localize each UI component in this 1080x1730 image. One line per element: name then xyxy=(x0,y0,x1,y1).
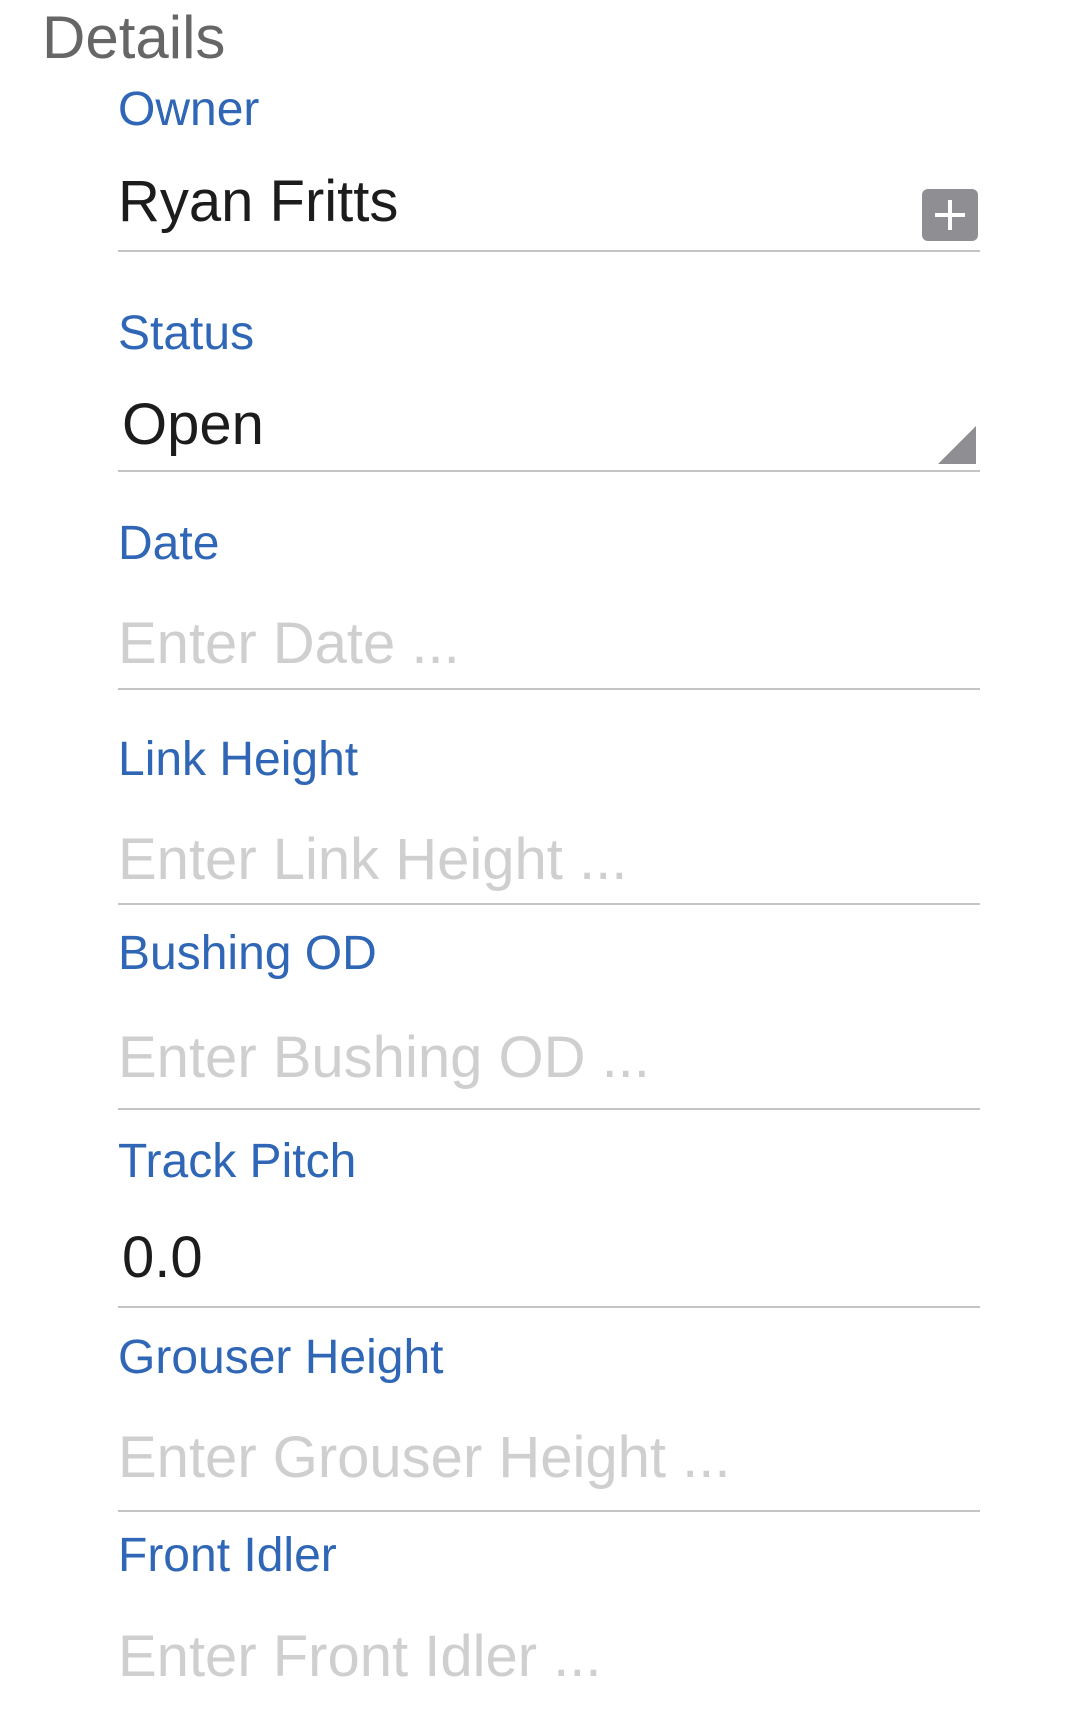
date-divider xyxy=(118,688,980,690)
owner-value[interactable]: Ryan Fritts xyxy=(118,168,398,236)
track-pitch-divider xyxy=(118,1306,980,1308)
bushing-od-input[interactable]: Enter Bushing OD ... xyxy=(118,1024,650,1092)
owner-field: Owner Ryan Fritts xyxy=(118,82,980,252)
link-height-divider xyxy=(118,903,980,905)
track-pitch-label: Track Pitch xyxy=(118,1135,357,1188)
status-select[interactable]: Open xyxy=(122,391,264,459)
add-owner-button[interactable] xyxy=(922,189,978,241)
bushing-od-divider xyxy=(118,1108,980,1110)
status-label: Status xyxy=(118,307,255,360)
grouser-height-label: Grouser Height xyxy=(118,1331,444,1384)
front-idler-label: Front Idler xyxy=(118,1529,337,1582)
plus-icon xyxy=(922,189,978,241)
status-divider xyxy=(118,470,980,472)
owner-label: Owner xyxy=(118,83,260,136)
front-idler-input[interactable]: Enter Front Idler ... xyxy=(118,1623,602,1691)
section-title: Details xyxy=(42,4,226,71)
bushing-od-label: Bushing OD xyxy=(118,927,377,980)
grouser-height-divider xyxy=(118,1510,980,1512)
status-field[interactable]: Status Open xyxy=(118,306,980,474)
grouser-height-input[interactable]: Enter Grouser Height ... xyxy=(118,1424,730,1492)
front-idler-field: Front Idler Enter Front Idler ... xyxy=(118,1528,980,1698)
owner-divider xyxy=(118,250,980,252)
bushing-od-field: Bushing OD Enter Bushing OD ... xyxy=(118,926,980,1112)
track-pitch-input[interactable]: 0.0 xyxy=(122,1224,203,1292)
date-input[interactable]: Enter Date ... xyxy=(118,610,460,678)
link-height-field: Link Height Enter Link Height ... xyxy=(118,732,980,908)
grouser-height-field: Grouser Height Enter Grouser Height ... xyxy=(118,1330,980,1516)
link-height-label: Link Height xyxy=(118,733,359,786)
date-label: Date xyxy=(118,517,220,570)
link-height-input[interactable]: Enter Link Height ... xyxy=(118,826,627,894)
dropdown-triangle-icon[interactable] xyxy=(938,426,976,464)
track-pitch-field: Track Pitch 0.0 xyxy=(118,1134,980,1310)
date-field: Date Enter Date ... xyxy=(118,516,980,692)
